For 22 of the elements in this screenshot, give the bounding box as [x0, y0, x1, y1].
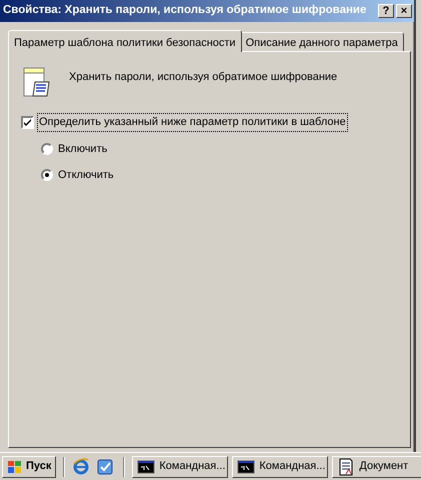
help-button[interactable]: ? — [378, 4, 394, 18]
tab[interactable]: Описание данного параметра — [240, 32, 404, 51]
checkmark-icon — [23, 118, 32, 127]
radio-button[interactable] — [41, 142, 53, 155]
windows-flag-icon — [7, 460, 23, 474]
console-icon — [137, 458, 156, 476]
tab[interactable]: Параметр шаблона политики безопасности — [8, 30, 242, 52]
taskbar-button[interactable]: Командная... — [232, 456, 328, 478]
radio-label[interactable]: Включить — [58, 140, 108, 157]
policy-name: Хранить пароли, используя обратимое шифрование — [69, 70, 338, 85]
taskbar-button[interactable]: Командная... — [132, 456, 228, 478]
taskbar-button[interactable]: Документ — [332, 456, 421, 478]
document-icon — [337, 458, 356, 476]
radio-label[interactable]: Отключить — [58, 167, 114, 184]
window-title: Свойства: Хранить пароли, используя обратимое шифрование — [3, 3, 368, 18]
checkbox[interactable] — [21, 116, 34, 129]
close-button[interactable]: × — [396, 4, 412, 18]
console-icon — [237, 458, 256, 476]
start-button[interactable]: Пуск — [2, 456, 56, 478]
radio-button[interactable] — [41, 169, 53, 182]
browser-icon[interactable] — [72, 458, 90, 476]
checkbox-label[interactable]: Определить указанный ниже параметр политики в шаблоне — [38, 114, 347, 130]
